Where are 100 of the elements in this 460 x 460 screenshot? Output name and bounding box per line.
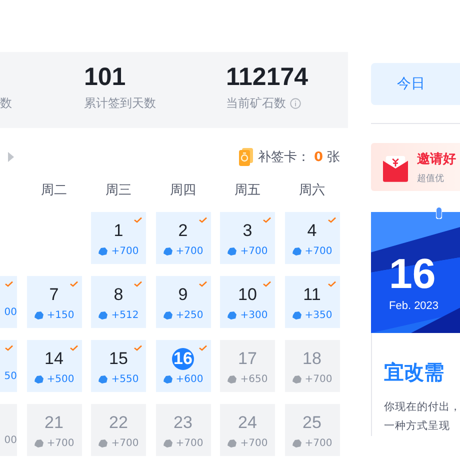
check-icon — [328, 217, 336, 223]
calendar-day[interactable]: 18 +700 — [284, 340, 340, 392]
ore-reward: +700 — [111, 438, 139, 448]
ore-icon — [162, 374, 173, 384]
ore-reward: +500 — [46, 374, 74, 384]
day-number: 4 — [307, 220, 317, 242]
ore-reward: +512 — [111, 310, 139, 320]
day-number: 23 — [174, 412, 192, 434]
calendar-day[interactable]: 17 +650 — [220, 340, 275, 392]
check-icon — [263, 281, 271, 287]
check-icon — [134, 217, 142, 223]
ore-icon — [34, 374, 44, 384]
day-number: 24 — [238, 412, 257, 434]
calendar-month: Feb. 2023 — [389, 300, 440, 312]
ore-icon — [162, 438, 173, 448]
day-number: 7 — [49, 284, 59, 306]
daily-text: 你现在的付出， — [384, 400, 460, 415]
calendar-day[interactable]: 24 +700 — [220, 404, 275, 456]
makeup-card-unit: 张 — [327, 149, 340, 166]
ore-reward: +700 — [304, 438, 332, 448]
check-icon — [134, 345, 142, 351]
daily-text: 一种方式呈现 — [384, 419, 451, 434]
sign-in-button[interactable]: 今日 — [371, 63, 460, 105]
calendar-day[interactable]: 1 +700 — [91, 212, 146, 264]
ore-icon — [227, 310, 238, 320]
ore-icon — [34, 310, 44, 320]
ore-reward: +700 — [240, 438, 268, 448]
calendar-day[interactable]: 3 +700 — [220, 212, 275, 264]
calendar-day[interactable]: 2 +700 — [156, 212, 210, 264]
day-number: 10 — [238, 284, 257, 306]
day-number: 21 — [44, 412, 64, 434]
stat-value: 112174 — [226, 63, 308, 91]
calendar-day[interactable]: 10 +300 — [220, 276, 275, 328]
info-icon[interactable] — [290, 98, 301, 109]
ore-icon — [292, 438, 302, 448]
ore-reward: +700 — [46, 438, 74, 448]
check-icon — [198, 281, 206, 287]
ore-reward: +150 — [46, 310, 74, 320]
calendar-day[interactable]: 21 +700 — [26, 404, 82, 456]
weekday-label: 周三 — [104, 182, 132, 199]
banner-title: 邀请好 — [417, 150, 456, 168]
ore-reward: +700 — [304, 374, 332, 384]
invite-banner[interactable]: 邀请好 超值优 — [371, 143, 460, 191]
weekday-label: 周四 — [169, 182, 197, 199]
calendar-day[interactable]: 14 +500 — [26, 340, 82, 392]
calendar-day[interactable]: 9 +250 — [156, 276, 210, 328]
ore-icon — [98, 246, 108, 256]
calendar-day[interactable]: 00 — [0, 276, 17, 328]
ore-reward: +700 — [304, 246, 332, 256]
clip-icon — [436, 207, 442, 219]
ore-icon — [227, 246, 238, 256]
banner-subtitle: 超值优 — [417, 172, 445, 184]
ore-reward: 00 — [4, 307, 17, 318]
calendar-day[interactable]: 50 — [0, 340, 17, 392]
weekday-label: 周六 — [298, 182, 326, 199]
ore-icon — [34, 438, 44, 448]
day-number: 14 — [44, 348, 64, 370]
calendar-day[interactable]: 23 +700 — [156, 404, 210, 456]
calendar-day[interactable]: 22 +700 — [91, 404, 146, 456]
day-number: 1 — [114, 220, 124, 242]
day-number: 25 — [302, 412, 322, 434]
check-icon — [198, 217, 206, 223]
ore-icon — [162, 246, 173, 256]
calendar-day[interactable]: 00 — [0, 404, 17, 456]
ore-reward: +350 — [304, 310, 332, 320]
check-icon — [70, 281, 78, 287]
makeup-card-icon — [238, 148, 254, 166]
day-number: 2 — [178, 220, 188, 242]
day-number: 11 — [303, 284, 321, 306]
calendar-day[interactable]: 16 +600 — [156, 340, 210, 392]
ore-reward: +650 — [240, 374, 268, 384]
day-number: 17 — [238, 348, 257, 370]
ore-reward: +700 — [240, 246, 268, 256]
calendar-day[interactable]: 4 +700 — [284, 212, 340, 264]
calendar-day[interactable]: 11 +350 — [284, 276, 340, 328]
ore-icon — [98, 438, 108, 448]
day-number: 3 — [242, 220, 252, 242]
day-number: 8 — [114, 284, 124, 306]
next-month-icon[interactable] — [8, 152, 14, 162]
ore-icon — [292, 374, 302, 384]
day-number: 16 — [172, 348, 194, 370]
stat-label: 当前矿石数 — [226, 95, 286, 112]
day-number: 18 — [302, 348, 322, 370]
ore-reward: +600 — [176, 374, 204, 384]
makeup-card-count: 0 — [314, 150, 323, 164]
weekday-label: 周二 — [40, 182, 68, 199]
calendar-day[interactable]: 7 +150 — [26, 276, 82, 328]
day-number: 9 — [178, 284, 188, 306]
check-icon — [198, 345, 206, 351]
ore-icon — [162, 310, 173, 320]
calendar-day[interactable]: 15 +550 — [91, 340, 146, 392]
ore-reward: 00 — [4, 435, 17, 446]
calendar-day[interactable]: 25 +700 — [284, 404, 340, 456]
check-icon — [328, 281, 336, 287]
check-icon — [5, 281, 13, 287]
calendar-day-number: 16 — [389, 252, 437, 296]
ore-reward: +250 — [176, 310, 204, 320]
makeup-card-label: 补签卡： — [258, 149, 310, 166]
calendar-day[interactable]: 8 +512 — [91, 276, 146, 328]
ore-icon — [98, 310, 108, 320]
